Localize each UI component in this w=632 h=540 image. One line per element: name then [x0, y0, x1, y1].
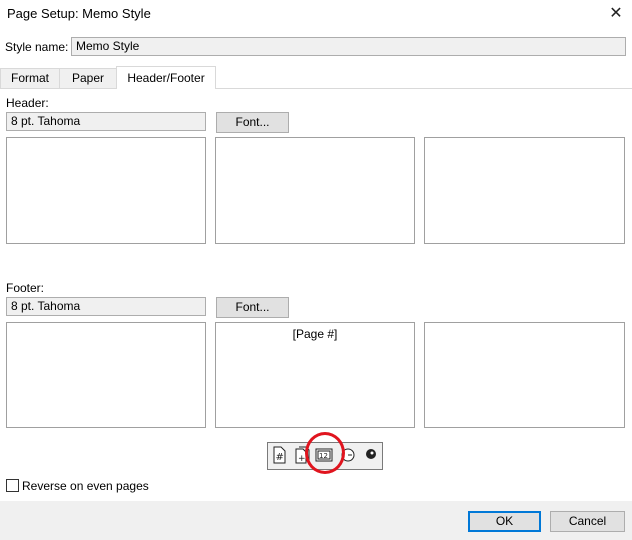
header-font-button[interactable]: Font... — [216, 112, 289, 133]
header-label: Header: — [6, 96, 49, 110]
footer-right-box[interactable] — [424, 322, 625, 428]
header-center-text — [216, 138, 414, 142]
user-name-icon[interactable] — [362, 445, 380, 465]
ok-button[interactable]: OK — [468, 511, 541, 532]
reverse-on-even-pages-checkbox[interactable] — [6, 479, 19, 492]
reverse-on-even-pages-label: Reverse on even pages — [22, 479, 149, 493]
header-right-text — [425, 138, 624, 142]
footer-font-button-label: Font... — [235, 300, 270, 314]
header-font-button-label: Font... — [235, 115, 270, 129]
header-font-value: 8 pt. Tahoma — [6, 112, 206, 131]
footer-left-text — [7, 323, 205, 327]
footer-font-button[interactable]: Font... — [216, 297, 289, 318]
cancel-button[interactable]: Cancel — [550, 511, 625, 532]
footer-center-box[interactable]: [Page #] — [215, 322, 415, 428]
ok-button-label: OK — [495, 514, 514, 528]
footer-font-value: 8 pt. Tahoma — [6, 297, 206, 316]
cancel-button-label: Cancel — [568, 514, 607, 528]
close-icon[interactable]: ✕ — [605, 4, 627, 24]
page-number-icon[interactable]: # — [270, 445, 288, 465]
tab-header-footer[interactable]: Header/Footer — [116, 66, 216, 89]
highlight-circle — [305, 432, 345, 474]
tab-paper[interactable]: Paper — [59, 68, 117, 88]
tab-format[interactable]: Format — [0, 68, 60, 88]
footer-label: Footer: — [6, 281, 45, 295]
header-left-text — [7, 138, 205, 142]
window-title: Page Setup: Memo Style — [7, 6, 151, 21]
svg-text:#: # — [276, 452, 284, 463]
footer-left-box[interactable] — [6, 322, 206, 428]
style-name-field[interactable]: Memo Style — [71, 37, 626, 56]
footer-right-text — [425, 323, 624, 327]
header-left-box[interactable] — [6, 137, 206, 244]
footer-center-text: [Page #] — [292, 327, 338, 341]
style-name-label: Style name: — [5, 40, 69, 54]
tab-strip-divider — [0, 88, 632, 89]
header-center-box[interactable] — [215, 137, 415, 244]
header-right-box[interactable] — [424, 137, 625, 244]
active-tab-gap — [117, 88, 215, 89]
